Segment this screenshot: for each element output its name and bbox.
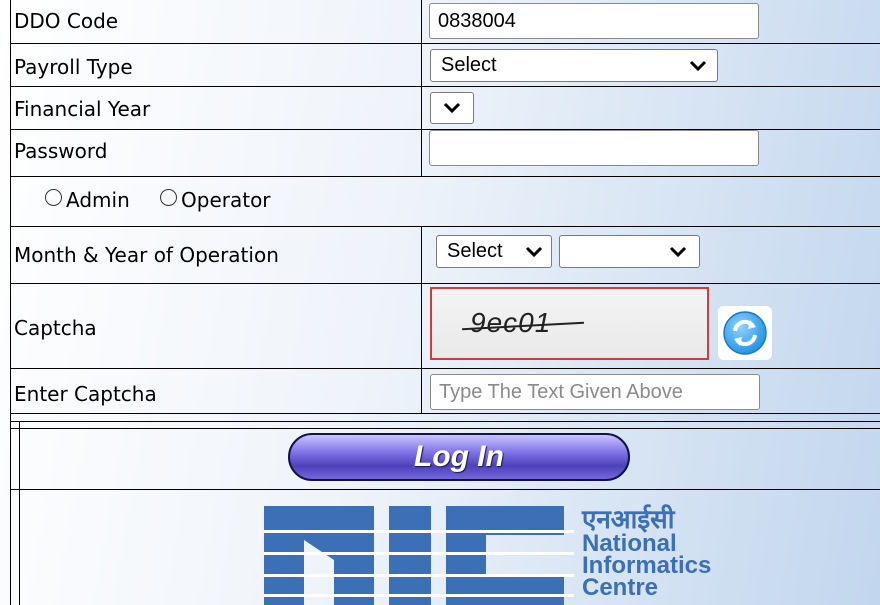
row-divider xyxy=(10,421,880,422)
column-divider xyxy=(421,0,422,176)
chevron-down-icon xyxy=(689,60,707,71)
row-divider xyxy=(10,226,880,227)
ddo-code-input[interactable]: 0838004 xyxy=(429,3,759,39)
nic-logo-icon xyxy=(264,506,574,605)
row-divider xyxy=(10,489,880,490)
ddo-code-label: DDO Code xyxy=(14,9,119,33)
column-divider xyxy=(421,226,422,413)
enter-captcha-label: Enter Captcha xyxy=(14,382,157,406)
payroll-type-label: Payroll Type xyxy=(14,55,133,79)
year-select[interactable] xyxy=(559,235,700,268)
payroll-type-selected: Select xyxy=(441,54,497,76)
column-divider xyxy=(19,421,20,605)
financial-year-select[interactable] xyxy=(430,92,474,124)
captcha-image: 9ec01 xyxy=(430,287,709,360)
operator-radio-label[interactable]: Operator xyxy=(181,188,271,212)
enter-captcha-input[interactable]: Type The Text Given Above xyxy=(430,374,760,410)
row-divider xyxy=(10,86,880,87)
chevron-down-icon xyxy=(443,102,461,114)
row-divider xyxy=(10,428,880,429)
row-divider xyxy=(10,43,880,44)
row-divider xyxy=(10,176,880,177)
payroll-type-select[interactable]: Select xyxy=(430,49,718,82)
password-input[interactable] xyxy=(429,130,759,166)
login-button[interactable]: Log In xyxy=(288,433,630,481)
table-left-border xyxy=(10,0,11,605)
month-select[interactable]: Select xyxy=(436,235,552,268)
financial-year-label: Financial Year xyxy=(14,97,151,121)
row-divider xyxy=(10,283,880,284)
admin-radio-label[interactable]: Admin xyxy=(66,188,130,212)
refresh-captcha-button[interactable] xyxy=(718,306,772,360)
chevron-down-icon xyxy=(525,246,543,257)
month-selected: Select xyxy=(447,240,503,262)
chevron-down-icon xyxy=(669,246,687,257)
row-divider xyxy=(10,368,880,369)
month-year-label: Month & Year of Operation xyxy=(14,243,279,267)
row-divider xyxy=(10,413,880,414)
refresh-icon xyxy=(723,311,767,355)
nic-hindi-text: एनआईसी xyxy=(582,504,675,534)
nic-line3: Centre xyxy=(582,574,659,601)
password-label: Password xyxy=(14,139,108,163)
operator-radio[interactable] xyxy=(160,189,177,206)
admin-radio[interactable] xyxy=(45,189,62,206)
captcha-text: 9ec01 xyxy=(470,307,552,338)
captcha-label: Captcha xyxy=(14,316,97,340)
